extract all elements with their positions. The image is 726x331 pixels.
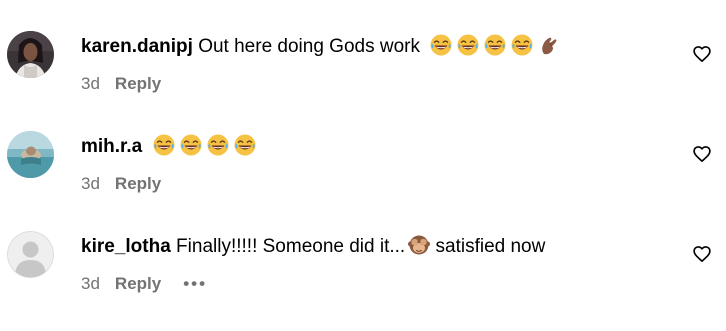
reply-button[interactable]: Reply bbox=[115, 74, 161, 93]
comment-meta: 3d Reply bbox=[81, 174, 161, 194]
joy-emoji bbox=[180, 134, 202, 156]
default-avatar[interactable] bbox=[7, 231, 54, 278]
pinching-hand-emoji bbox=[538, 34, 560, 56]
like-heart-icon[interactable] bbox=[692, 44, 712, 64]
comment-meta: 3d Reply ••• bbox=[81, 274, 207, 294]
comment-username[interactable]: kire_lotha bbox=[81, 236, 171, 257]
like-heart-icon[interactable] bbox=[692, 244, 712, 264]
reply-button[interactable]: Reply bbox=[115, 174, 161, 193]
avatar[interactable] bbox=[7, 131, 54, 178]
joy-emoji bbox=[207, 134, 229, 156]
comment-item: mih.r.a 3d Reply bbox=[0, 131, 726, 231]
comment-item: kire_lotha Finally!!!!! Someone did it..… bbox=[0, 231, 726, 331]
joy-emoji bbox=[234, 134, 256, 156]
comment-username[interactable]: mih.r.a bbox=[81, 136, 142, 157]
avatar[interactable] bbox=[7, 31, 54, 78]
reply-button[interactable]: Reply bbox=[115, 274, 161, 293]
joy-emoji bbox=[457, 34, 479, 56]
like-heart-icon[interactable] bbox=[692, 144, 712, 164]
joy-emoji bbox=[430, 34, 452, 56]
comment-username[interactable]: karen.danipj bbox=[81, 36, 193, 57]
joy-emoji bbox=[153, 134, 175, 156]
comment-body: karen.danipj Out here doing Gods work bbox=[81, 34, 560, 60]
comment-body: mih.r.a bbox=[81, 134, 256, 160]
see-no-evil-monkey-emoji bbox=[408, 234, 430, 256]
comment-timestamp: 3d bbox=[81, 74, 100, 93]
comment-timestamp: 3d bbox=[81, 274, 100, 293]
comment-body: kire_lotha Finally!!!!! Someone did it..… bbox=[81, 234, 545, 260]
comment-text: Out here doing Gods work bbox=[198, 36, 420, 57]
joy-emoji bbox=[484, 34, 506, 56]
more-options-icon[interactable]: ••• bbox=[183, 274, 207, 294]
comment-text: Finally!!!!! Someone did it... bbox=[176, 236, 406, 257]
comment-timestamp: 3d bbox=[81, 174, 100, 193]
comment-meta: 3d Reply bbox=[81, 74, 161, 94]
comment-item: karen.danipj Out here doing Gods work 3d… bbox=[0, 31, 726, 131]
joy-emoji bbox=[511, 34, 533, 56]
comment-text: satisfied now bbox=[430, 236, 546, 257]
